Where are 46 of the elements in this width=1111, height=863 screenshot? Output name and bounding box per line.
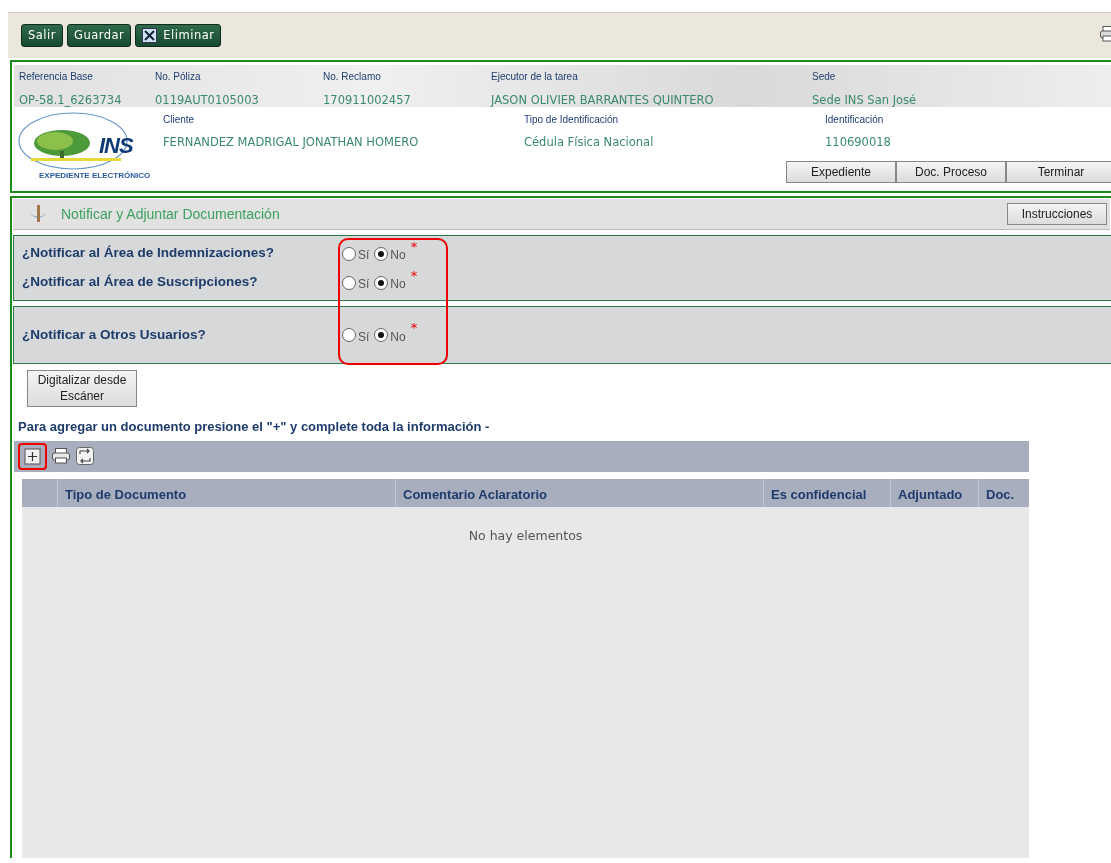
field-label: Tipo de Identificación (524, 113, 620, 127)
field-label: Referencia Base (19, 70, 94, 84)
question-label: ¿Notificar a Otros Usuarios? (21, 325, 207, 344)
header-button[interactable]: Terminar (1006, 161, 1111, 183)
field-value: FERNANDEZ MADRIGAL JONATHAN HOMERO (163, 134, 419, 151)
column-header: Adjuntado (890, 478, 978, 507)
radio-label: Sí (358, 328, 370, 346)
field-label: Cliente (163, 113, 196, 127)
field-label: Ejecutor de la tarea (491, 70, 579, 84)
empty-message: No hay elementos (467, 526, 584, 545)
required-mark: * (410, 237, 418, 256)
instructions-button[interactable]: Instrucciones (1007, 203, 1107, 225)
header-button[interactable]: Expediente (786, 161, 896, 183)
radio-label: Sí (358, 247, 370, 264)
field-label: Sede (812, 70, 837, 84)
field-value: 170911002457 (323, 92, 411, 109)
scan-button[interactable]: Digitalizar desde Escáner (27, 370, 137, 408)
field-value: 110690018 (825, 134, 891, 151)
header-button[interactable]: Doc. Proceso (896, 161, 1006, 183)
toolbar-button[interactable]: Guardar (66, 24, 132, 47)
radio-label: No (390, 328, 406, 346)
radio-label: Sí (358, 276, 370, 293)
delete-button[interactable]: Eliminar (135, 24, 222, 47)
column-header: Doc. (978, 478, 1029, 507)
instruction-text: Para agregar un documento presione el "+" y complete toda la información - (18, 418, 491, 437)
field-label: No. Póliza (155, 70, 202, 84)
column-header: Tipo de Documento (57, 478, 395, 507)
field-value: OP-58.1_6263734 (19, 92, 122, 109)
required-mark: * (410, 319, 418, 337)
field-value: Sede INS San José (812, 92, 917, 109)
column-header: Es confidencial (763, 478, 890, 507)
question-label: ¿Notificar al Área de Indemnizaciones? (21, 244, 276, 263)
logo-subtitle: EXPEDIENTE ELECTRÓNICO (39, 172, 151, 180)
logo-text: INS (99, 133, 133, 159)
section-title: Notificar y Adjuntar Documentación (61, 204, 280, 224)
field-label: No. Reclamo (323, 70, 382, 84)
radio-label: No (390, 276, 406, 293)
field-value: 0119AUT0105003 (155, 92, 259, 109)
required-mark: * (410, 266, 418, 285)
toolbar-button[interactable]: Salir (21, 24, 63, 47)
field-value: JASON OLIVIER BARRANTES QUINTERO (491, 92, 714, 109)
column-header: Comentario Aclaratorio (395, 478, 763, 507)
field-label: Identificación (825, 113, 885, 127)
radio-label: No (390, 247, 406, 264)
field-value: Cédula Física Nacional (524, 134, 654, 151)
question-label: ¿Notificar al Área de Suscripciones? (21, 273, 259, 292)
